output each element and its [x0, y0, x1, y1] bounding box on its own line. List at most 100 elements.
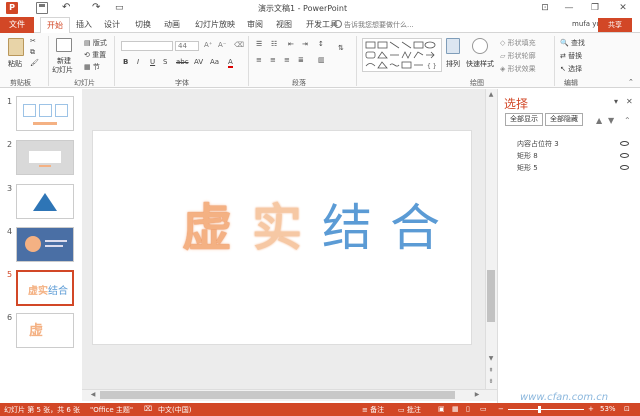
align-right-icon[interactable]: ≡: [284, 56, 290, 64]
slide-char-3[interactable]: 结: [322, 198, 372, 258]
language-indicator[interactable]: 中文(中国): [158, 405, 191, 415]
columns-icon[interactable]: ▥: [318, 56, 325, 64]
cut-icon[interactable]: ✂: [30, 37, 36, 45]
zoom-in-icon[interactable]: +: [588, 405, 594, 413]
close-button[interactable]: ✕: [612, 1, 634, 15]
notes-button[interactable]: ≡ 备注: [362, 405, 384, 415]
slide-thumbnail-2[interactable]: [16, 140, 74, 175]
tab-insert[interactable]: 插入: [76, 17, 92, 33]
pane-options-icon[interactable]: ▾: [614, 97, 618, 106]
shape-effects-button[interactable]: ◈ 形状效果: [500, 64, 536, 74]
slide-thumbnail-6[interactable]: 虚: [16, 313, 74, 348]
scroll-right-icon[interactable]: ▶: [472, 390, 482, 400]
tab-transitions[interactable]: 切换: [135, 17, 151, 33]
strikethrough-button[interactable]: abc: [176, 58, 189, 66]
zoom-slider-thumb[interactable]: [538, 406, 541, 413]
font-name-combo[interactable]: [121, 41, 173, 51]
slide-char-4[interactable]: 合: [390, 198, 440, 258]
replace-button[interactable]: ⇄ 替换: [560, 51, 582, 61]
shape-fill-button[interactable]: ◇ 形状填充: [500, 38, 536, 48]
increase-indent-icon[interactable]: ⇥: [302, 40, 308, 48]
arrange-icon[interactable]: [446, 38, 460, 54]
align-center-icon[interactable]: ≡: [270, 56, 276, 64]
underline-button[interactable]: U: [150, 58, 155, 66]
clear-format-icon[interactable]: ⌫: [234, 41, 244, 49]
tell-me-box[interactable]: 告诉我您想要做什么...: [344, 20, 414, 30]
zoom-slider[interactable]: [508, 409, 584, 410]
tab-design[interactable]: 设计: [104, 17, 120, 33]
slide-thumbnail-3[interactable]: [16, 184, 74, 219]
italic-button[interactable]: I: [137, 58, 139, 66]
horizontal-scroll-thumb[interactable]: [100, 391, 455, 399]
pane-collapse-icon[interactable]: ⌃: [624, 116, 632, 125]
tab-review[interactable]: 审阅: [247, 17, 263, 33]
align-left-icon[interactable]: ≡: [256, 56, 262, 64]
grow-font-icon[interactable]: A⁺: [204, 41, 212, 49]
selection-object[interactable]: 矩形 5: [517, 163, 538, 173]
tab-home[interactable]: 开始: [40, 17, 70, 34]
font-color-button[interactable]: A: [228, 58, 233, 68]
share-button[interactable]: 共享: [598, 18, 632, 32]
slideshow-view-icon[interactable]: ▭: [480, 405, 487, 413]
scroll-left-icon[interactable]: ◀: [88, 390, 98, 400]
fit-to-window-icon[interactable]: ⊡: [624, 405, 630, 413]
copy-icon[interactable]: ⧉: [30, 48, 35, 57]
paste-icon[interactable]: [8, 38, 24, 56]
redo-icon[interactable]: ↷: [92, 2, 104, 14]
slide-thumbnail-5[interactable]: 虚实结合: [16, 270, 74, 306]
show-all-button[interactable]: 全部显示: [505, 113, 543, 126]
previous-slide-icon[interactable]: ⇞: [486, 366, 496, 376]
selection-object[interactable]: 内容占位符 3: [517, 139, 559, 149]
bring-forward-icon[interactable]: ▲: [596, 116, 604, 125]
zoom-level[interactable]: 53%: [600, 405, 616, 413]
undo-icon[interactable]: ↶: [62, 2, 74, 14]
shadow-button[interactable]: S: [163, 58, 167, 66]
eye-icon[interactable]: [620, 165, 629, 170]
normal-view-icon[interactable]: ▣: [438, 405, 445, 413]
tab-file[interactable]: 文件: [0, 17, 34, 33]
bullets-icon[interactable]: ☰: [256, 40, 262, 48]
pane-close-icon[interactable]: ✕: [626, 97, 633, 106]
format-painter-icon[interactable]: 🖌: [30, 59, 39, 67]
shrink-font-icon[interactable]: A⁻: [218, 41, 226, 49]
collapse-ribbon-icon[interactable]: ⌃: [628, 78, 634, 86]
new-slide-icon[interactable]: [56, 38, 72, 52]
start-presentation-icon[interactable]: ▭: [115, 2, 127, 14]
slide-char-2[interactable]: 实: [252, 198, 302, 258]
scroll-down-icon[interactable]: ▼: [486, 354, 496, 364]
slide-thumbnail-1[interactable]: [16, 96, 74, 131]
tab-slideshow[interactable]: 幻灯片放映: [195, 17, 235, 33]
slide-char-1[interactable]: 虚: [182, 198, 232, 258]
save-icon[interactable]: [36, 2, 48, 14]
minimize-button[interactable]: —: [558, 1, 580, 15]
tab-view[interactable]: 视图: [276, 17, 292, 33]
quick-styles-icon[interactable]: [472, 38, 488, 54]
shape-outline-button[interactable]: ▱ 形状轮廓: [500, 51, 536, 61]
select-button[interactable]: ↖ 选择: [560, 64, 582, 74]
eye-icon[interactable]: [620, 153, 629, 158]
restore-button[interactable]: ❐: [584, 1, 606, 15]
slide-thumbnail-4[interactable]: [16, 227, 74, 262]
comments-button[interactable]: ▭ 批注: [398, 405, 421, 415]
spellcheck-icon[interactable]: ⌧: [144, 405, 152, 413]
layout-button[interactable]: ▤ 版式: [84, 38, 107, 48]
hide-all-button[interactable]: 全部隐藏: [545, 113, 583, 126]
decrease-indent-icon[interactable]: ⇤: [288, 40, 294, 48]
justify-icon[interactable]: ≣: [298, 56, 304, 64]
user-name[interactable]: mufa yu: [572, 20, 601, 28]
tab-animations[interactable]: 动画: [164, 17, 180, 33]
eye-icon[interactable]: [620, 141, 629, 146]
section-button[interactable]: ▦ 节: [84, 62, 100, 72]
text-direction-icon[interactable]: ⇅: [338, 44, 344, 52]
slide-sorter-icon[interactable]: ▦: [452, 405, 459, 413]
font-size-combo[interactable]: 44: [175, 41, 199, 51]
line-spacing-icon[interactable]: ↕: [318, 40, 324, 48]
numbering-icon[interactable]: ☷: [271, 40, 277, 48]
vertical-scroll-thumb[interactable]: [487, 270, 495, 322]
selection-object[interactable]: 矩形 8: [517, 151, 538, 161]
ribbon-display-icon[interactable]: ⊡: [534, 1, 556, 15]
char-spacing-button[interactable]: AV: [194, 58, 203, 66]
shapes-gallery[interactable]: { }: [362, 38, 442, 72]
send-backward-icon[interactable]: ▼: [608, 116, 616, 125]
scroll-up-icon[interactable]: ▲: [486, 90, 496, 100]
